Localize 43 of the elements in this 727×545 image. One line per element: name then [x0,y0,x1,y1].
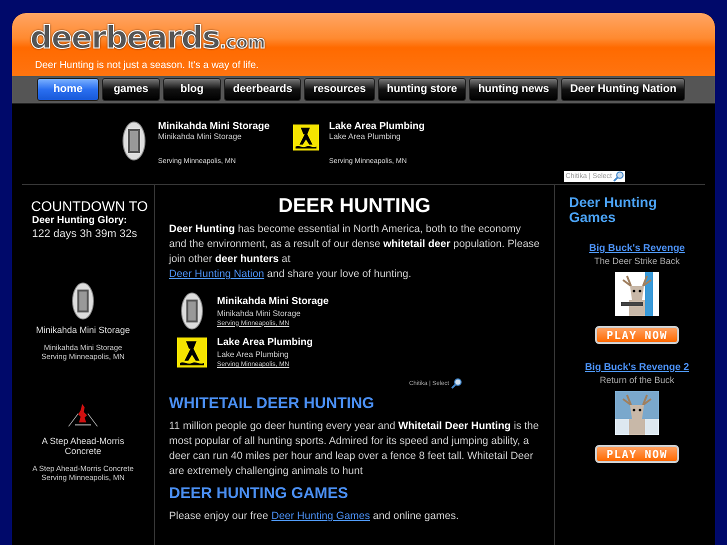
ad-subtitle: Minikahda Mini Storage [158,132,243,141]
nav-tab[interactable]: blog [163,78,221,101]
game-link[interactable]: Big Buck's Revenge 2 [584,362,690,373]
storage-door-icon [71,282,95,320]
ad-title[interactable]: Minikahda Mini Storage [33,325,133,335]
page-heading: DEER HUNTING [277,195,432,218]
game-link[interactable]: Big Buck's Revenge [589,243,685,254]
section-paragraph: Please enjoy our free Deer Hunting Games and online games. [169,509,460,524]
nav-tab[interactable]: hunting news [469,78,558,101]
ad-subtitle: Lake Area Plumbing [217,350,290,359]
nav-tab[interactable]: games [102,78,160,101]
countdown-subheading: Deer Hunting Glory: [32,215,128,226]
game-subtitle: The Deer Strike Back [594,256,680,266]
ad-title[interactable]: Minikahda Mini Storage [158,121,270,132]
section-paragraph: 11 million people go deer hunting every year and Whitetail Deer Hunting is the most popular of all hunting sports. Admired for its speed and jumping ability, a deer can run 40 miles per hour and leap over a fence 8 feet tall. Whitetail Deer are extremely challenging animals to hunt [169,419,540,479]
nation-link[interactable]: Deer Hunting Nation [169,268,264,280]
nav-tab[interactable]: home [37,78,99,101]
nav-tab[interactable]: hunting store [378,78,466,101]
ad-subtitle: Minikahda Mini Storage [217,308,302,318]
search-icon [451,378,462,389]
deer-thumbnail[interactable] [615,272,659,316]
nav-tab[interactable]: resources [304,78,375,101]
section-heading: DEER HUNTING GAMES [169,485,350,503]
walking-fingers-icon [177,336,207,369]
sidebar-heading: Deer Hunting Games [569,195,658,225]
section-heading: WHITETAIL DEER HUNTING [169,395,376,413]
ad-title[interactable]: Lake Area Plumbing [217,337,313,348]
deer-thumbnail[interactable] [615,391,659,435]
game-subtitle: Return of the Buck [600,375,674,385]
search-icon [613,171,624,182]
storage-door-icon [180,292,204,330]
nav-tab[interactable]: deerbeards [224,78,302,101]
games-link[interactable]: Deer Hunting Games [271,510,370,522]
ad-title[interactable]: Lake Area Plumbing [329,121,425,132]
ad-title[interactable]: A Step Ahead-Morris Concrete [33,436,133,456]
ad-title[interactable]: Minikahda Mini Storage [217,296,329,306]
intro-paragraph: Deer Hunting has become essential in North America, both to the economy and the environment, as a result of our dense whitetail deer population. Please join other deer hunters at Deer Hunting Nation and share your love of hunting. [169,222,540,282]
tagline: Deer Hunting is not just a season. It's a way of life. [35,60,259,71]
nav-tab[interactable]: Deer Hunting Nation [561,78,686,101]
storage-door-icon [122,121,146,161]
countdown-timer: 122 days 3h 39m 32s [32,228,138,240]
ad-subtitle: Lake Area Plumbing [329,132,402,141]
countdown-heading: COUNTDOWN TO [31,198,148,214]
